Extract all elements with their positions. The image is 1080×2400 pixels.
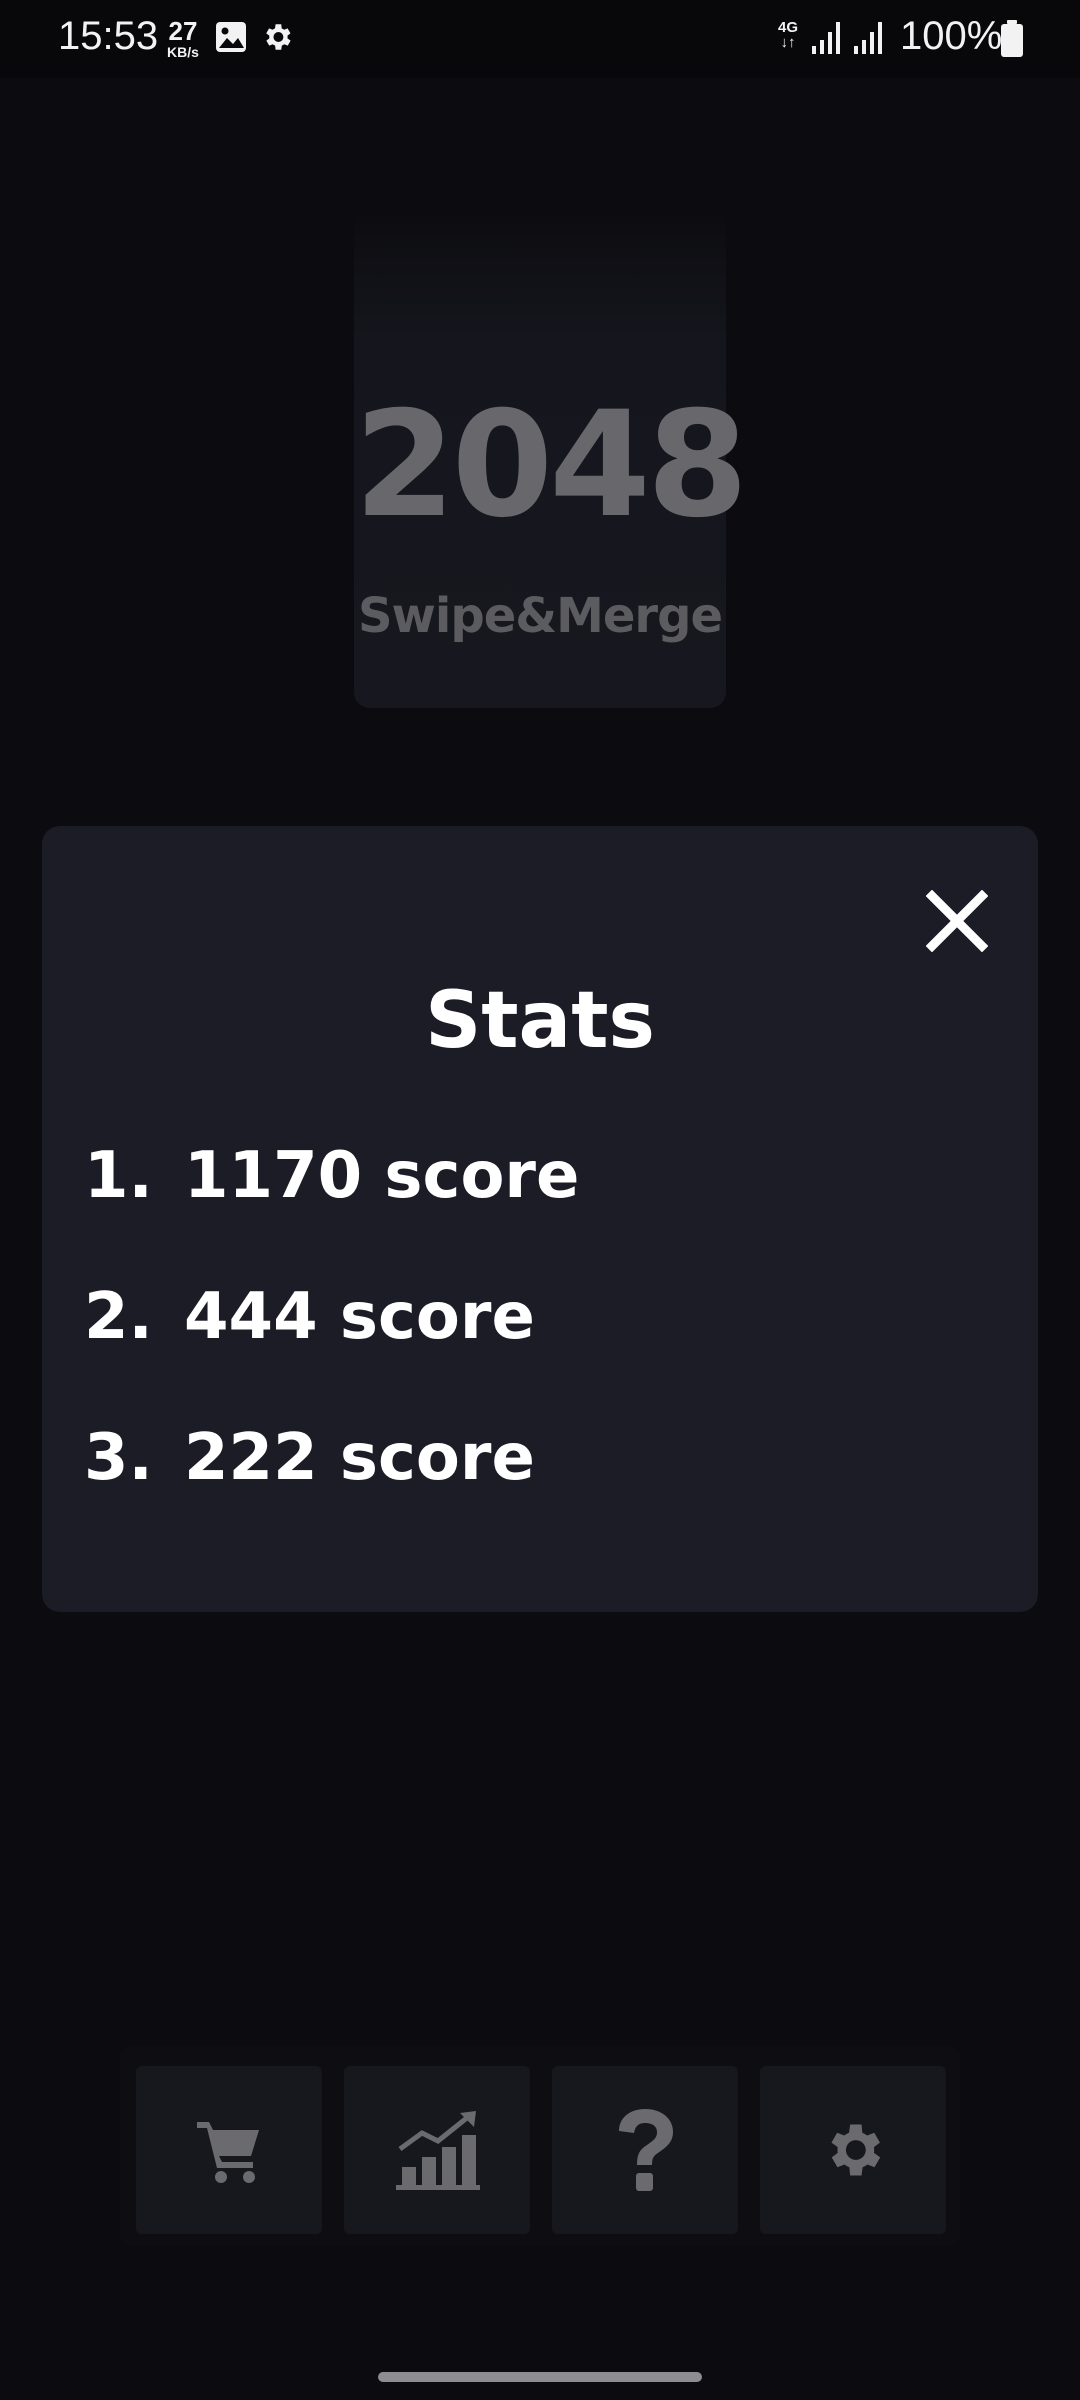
game-logo: 2048 Swipe&Merge — [354, 210, 748, 708]
status-bar: 15:53 27 KB/s 4G ↓↑ 100% — [0, 0, 1080, 78]
cart-icon — [197, 2122, 259, 2183]
shop-button[interactable] — [136, 2066, 322, 2234]
status-time: 15:53 — [58, 14, 159, 58]
network-speed-value: 27 — [168, 16, 198, 46]
stats-rank: 1. — [84, 1139, 153, 1213]
stats-score: 222 score — [184, 1421, 535, 1495]
close-button[interactable] — [912, 876, 1002, 966]
home-indicator[interactable] — [378, 2372, 702, 2382]
stats-entry: 2. 444 score — [84, 1285, 579, 1426]
screen: 15:53 27 KB/s 4G ↓↑ 100% 2048 Swipe&Merg… — [0, 0, 1080, 2400]
network-type: 4G — [777, 19, 798, 36]
network-speed: 27 KB/s — [162, 18, 204, 59]
stats-rank: 2. — [84, 1280, 153, 1354]
signal-icon — [812, 22, 840, 54]
stats-dialog: Stats 1. 1170 score 2. 444 score 3. 222 … — [42, 826, 1038, 1612]
logo-subtitle: Swipe&Merge — [357, 588, 723, 644]
stats-list: 1. 1170 score 2. 444 score 3. 222 score — [84, 1144, 579, 1567]
help-button[interactable] — [552, 2066, 738, 2234]
battery-icon — [1001, 20, 1023, 57]
dialog-title: Stats — [425, 976, 655, 1066]
stats-button[interactable] — [344, 2066, 530, 2234]
data-arrows-icon: ↓↑ — [780, 34, 796, 51]
settings-button[interactable] — [760, 2066, 946, 2234]
signal-icon — [854, 22, 882, 54]
close-icon — [926, 890, 988, 952]
stats-entry: 3. 222 score — [84, 1426, 579, 1567]
chart-icon — [396, 2111, 480, 2190]
network-type-indicator: 4G ↓↑ — [774, 20, 802, 50]
stats-rank: 3. — [84, 1421, 153, 1495]
stats-entry: 1. 1170 score — [84, 1144, 579, 1285]
gear-icon — [831, 2124, 881, 2176]
stats-score: 444 score — [184, 1280, 535, 1354]
bottom-toolbar — [120, 2046, 960, 2246]
network-speed-unit: KB/s — [167, 44, 199, 60]
gear-icon — [266, 24, 291, 50]
stats-score: 1170 score — [184, 1139, 580, 1213]
image-icon — [216, 22, 246, 52]
battery-percentage: 100% — [900, 14, 1003, 58]
logo-title: 2048 — [354, 380, 748, 550]
question-icon — [619, 2109, 673, 2191]
